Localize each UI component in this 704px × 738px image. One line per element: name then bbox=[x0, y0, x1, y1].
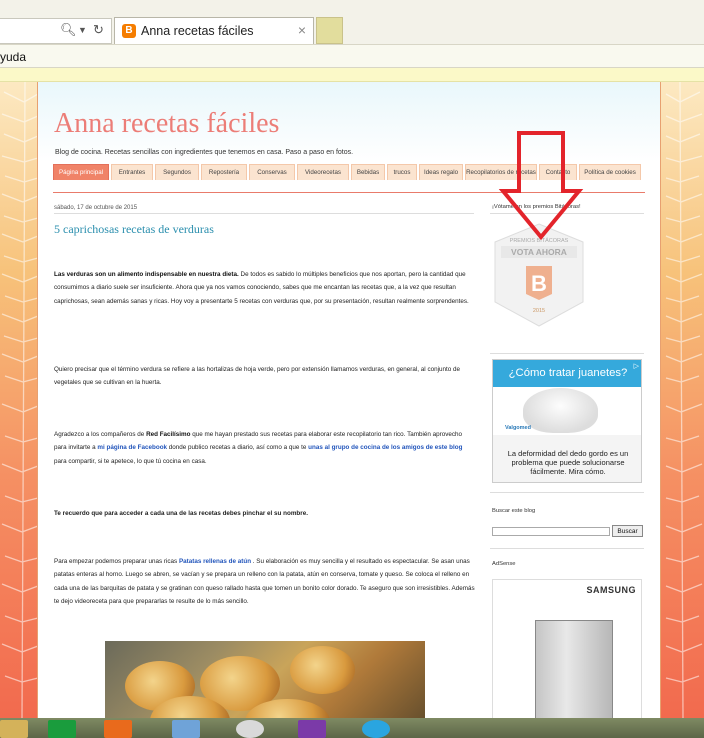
close-icon[interactable]: × bbox=[298, 22, 306, 38]
ad-choices-icon[interactable]: ▷ bbox=[634, 362, 639, 370]
post-paragraph-4: Te recuerdo que para acceder a cada una … bbox=[54, 510, 308, 517]
bitacoras-badge[interactable]: PREMIOS BITÁCORAS VOTA AHORA B 2015 bbox=[493, 222, 585, 328]
search-button[interactable]: Buscar bbox=[612, 525, 643, 537]
ad1-headline: ¿Cómo tratar juanetes? bbox=[493, 360, 641, 387]
menu-bar: yuda bbox=[0, 44, 704, 68]
text-span: . Su elaboración es muy sencilla y el re… bbox=[54, 558, 475, 606]
red-facilisimo-bold: Red Facilísimo bbox=[146, 431, 191, 438]
post-date: sábado, 17 de octubre de 2015 bbox=[54, 205, 138, 211]
adsense-title: AdSense bbox=[492, 561, 516, 567]
text-span: donde publico recetas a diario, así como… bbox=[167, 444, 309, 452]
blog-title[interactable]: Anna recetas fáciles bbox=[54, 108, 279, 140]
ad1-text: La deformidad del dedo gordo es un probl… bbox=[493, 435, 641, 482]
intro-bold: Las verduras son un alimento indispensab… bbox=[54, 271, 239, 278]
samsung-logo: SAMSUNG bbox=[586, 585, 636, 595]
new-tab-button[interactable] bbox=[316, 17, 343, 44]
sidebar: ¡Vótame en los premios Bitácoras! PREMIO… bbox=[490, 82, 645, 718]
chevron-down-icon[interactable]: ▼ bbox=[78, 25, 87, 35]
date-divider bbox=[54, 213, 474, 214]
blogger-icon: B bbox=[122, 24, 136, 38]
tab-ideas-regalo[interactable]: Ideas regalo bbox=[419, 164, 463, 180]
tab-bebidas[interactable]: Bebidas bbox=[351, 164, 385, 180]
tab-conservas[interactable]: Conservas bbox=[249, 164, 295, 180]
post-paragraph-2: Quiero precisar que el término verdura s… bbox=[54, 366, 461, 387]
skype-icon[interactable] bbox=[362, 720, 390, 738]
recipe-link-patatas[interactable]: Patatas rellenas de atún bbox=[179, 558, 251, 565]
post-paragraph-5: Para empezar podemos preparar unas ricas… bbox=[54, 555, 476, 609]
post-title[interactable]: 5 caprichosas recetas de verduras bbox=[54, 222, 214, 237]
refresh-icon[interactable]: ↻ bbox=[93, 22, 104, 38]
search-title: Buscar este blog bbox=[492, 508, 536, 514]
blog-description: Blog de cocina. Recetas sencillas con in… bbox=[55, 149, 354, 156]
sidebar-divider bbox=[490, 548, 644, 549]
control-panel-icon[interactable] bbox=[172, 720, 200, 738]
post-paragraph-3: Agradezco a los compañeros de Red Facilí… bbox=[54, 428, 476, 468]
blog-container: Anna recetas fáciles Blog de cocina. Rec… bbox=[37, 82, 661, 718]
text-span: Para empezar podemos preparar unas ricas bbox=[54, 558, 179, 565]
media-icon[interactable] bbox=[298, 720, 326, 738]
address-bar[interactable]: 🔍︎ ▼ ↻ bbox=[0, 18, 112, 44]
ad-bunion[interactable]: ¿Cómo tratar juanetes? ▷ Valgomed La def… bbox=[492, 359, 642, 483]
tab-segundos[interactable]: Segundos bbox=[155, 164, 199, 180]
badge-top-text: PREMIOS BITÁCORAS bbox=[510, 237, 569, 244]
tab-repostería[interactable]: Repostería bbox=[201, 164, 247, 180]
sidebar-divider bbox=[490, 213, 644, 214]
recipe-photo[interactable] bbox=[105, 641, 425, 718]
menu-item-help[interactable]: yuda bbox=[0, 50, 26, 64]
text-span: para compartir, si te apetece, lo que tú… bbox=[54, 457, 207, 465]
tab-trucos[interactable]: trucos bbox=[387, 164, 417, 180]
potato-shape bbox=[290, 646, 355, 694]
page-viewport: Anna recetas fáciles Blog de cocina. Rec… bbox=[0, 82, 704, 718]
store-icon[interactable] bbox=[48, 720, 76, 738]
browser-tab[interactable]: B Anna recetas fáciles × bbox=[114, 17, 314, 44]
browser-chrome: 🔍︎ ▼ ↻ B Anna recetas fáciles × yuda bbox=[0, 0, 704, 82]
sidebar-divider bbox=[490, 353, 644, 354]
tab-title: Anna recetas fáciles bbox=[141, 24, 254, 38]
text-span: Agradezco a los compañeros de bbox=[54, 431, 147, 438]
fern-decoration-right bbox=[665, 82, 703, 718]
search-input[interactable] bbox=[492, 527, 610, 536]
cooking-group-link[interactable]: unas al grupo de cocina de los amigos de… bbox=[308, 444, 462, 451]
fridge-image bbox=[535, 620, 613, 718]
favorites-bar bbox=[0, 68, 704, 82]
vote-title: ¡Vótame en los premios Bitácoras! bbox=[492, 204, 581, 210]
sidebar-divider bbox=[490, 492, 644, 493]
svg-text:B: B bbox=[531, 271, 547, 296]
fern-decoration-left bbox=[1, 82, 39, 718]
badge-year: 2015 bbox=[533, 308, 545, 314]
facebook-page-link[interactable]: mi página de Facebook bbox=[97, 444, 167, 451]
search-icon[interactable]: 🔍︎ bbox=[60, 22, 77, 38]
explorer-icon[interactable] bbox=[0, 720, 28, 738]
ad1-brand: Valgomed bbox=[505, 425, 531, 431]
tab-entrantes[interactable]: Entrantes bbox=[111, 164, 153, 180]
chrome-icon[interactable] bbox=[236, 720, 264, 738]
post-paragraph-1: Las verduras son un alimento indispensab… bbox=[54, 268, 476, 308]
ad-samsung[interactable]: SAMSUNG bbox=[492, 579, 642, 718]
badge-vote-text: VOTA AHORA bbox=[511, 247, 567, 257]
taskbar bbox=[0, 718, 704, 738]
foot-image bbox=[523, 388, 598, 433]
tab-videorecetas[interactable]: Videorecetas bbox=[297, 164, 349, 180]
tab-página-principal[interactable]: Página principal bbox=[53, 164, 109, 180]
app-icon[interactable] bbox=[104, 720, 132, 738]
